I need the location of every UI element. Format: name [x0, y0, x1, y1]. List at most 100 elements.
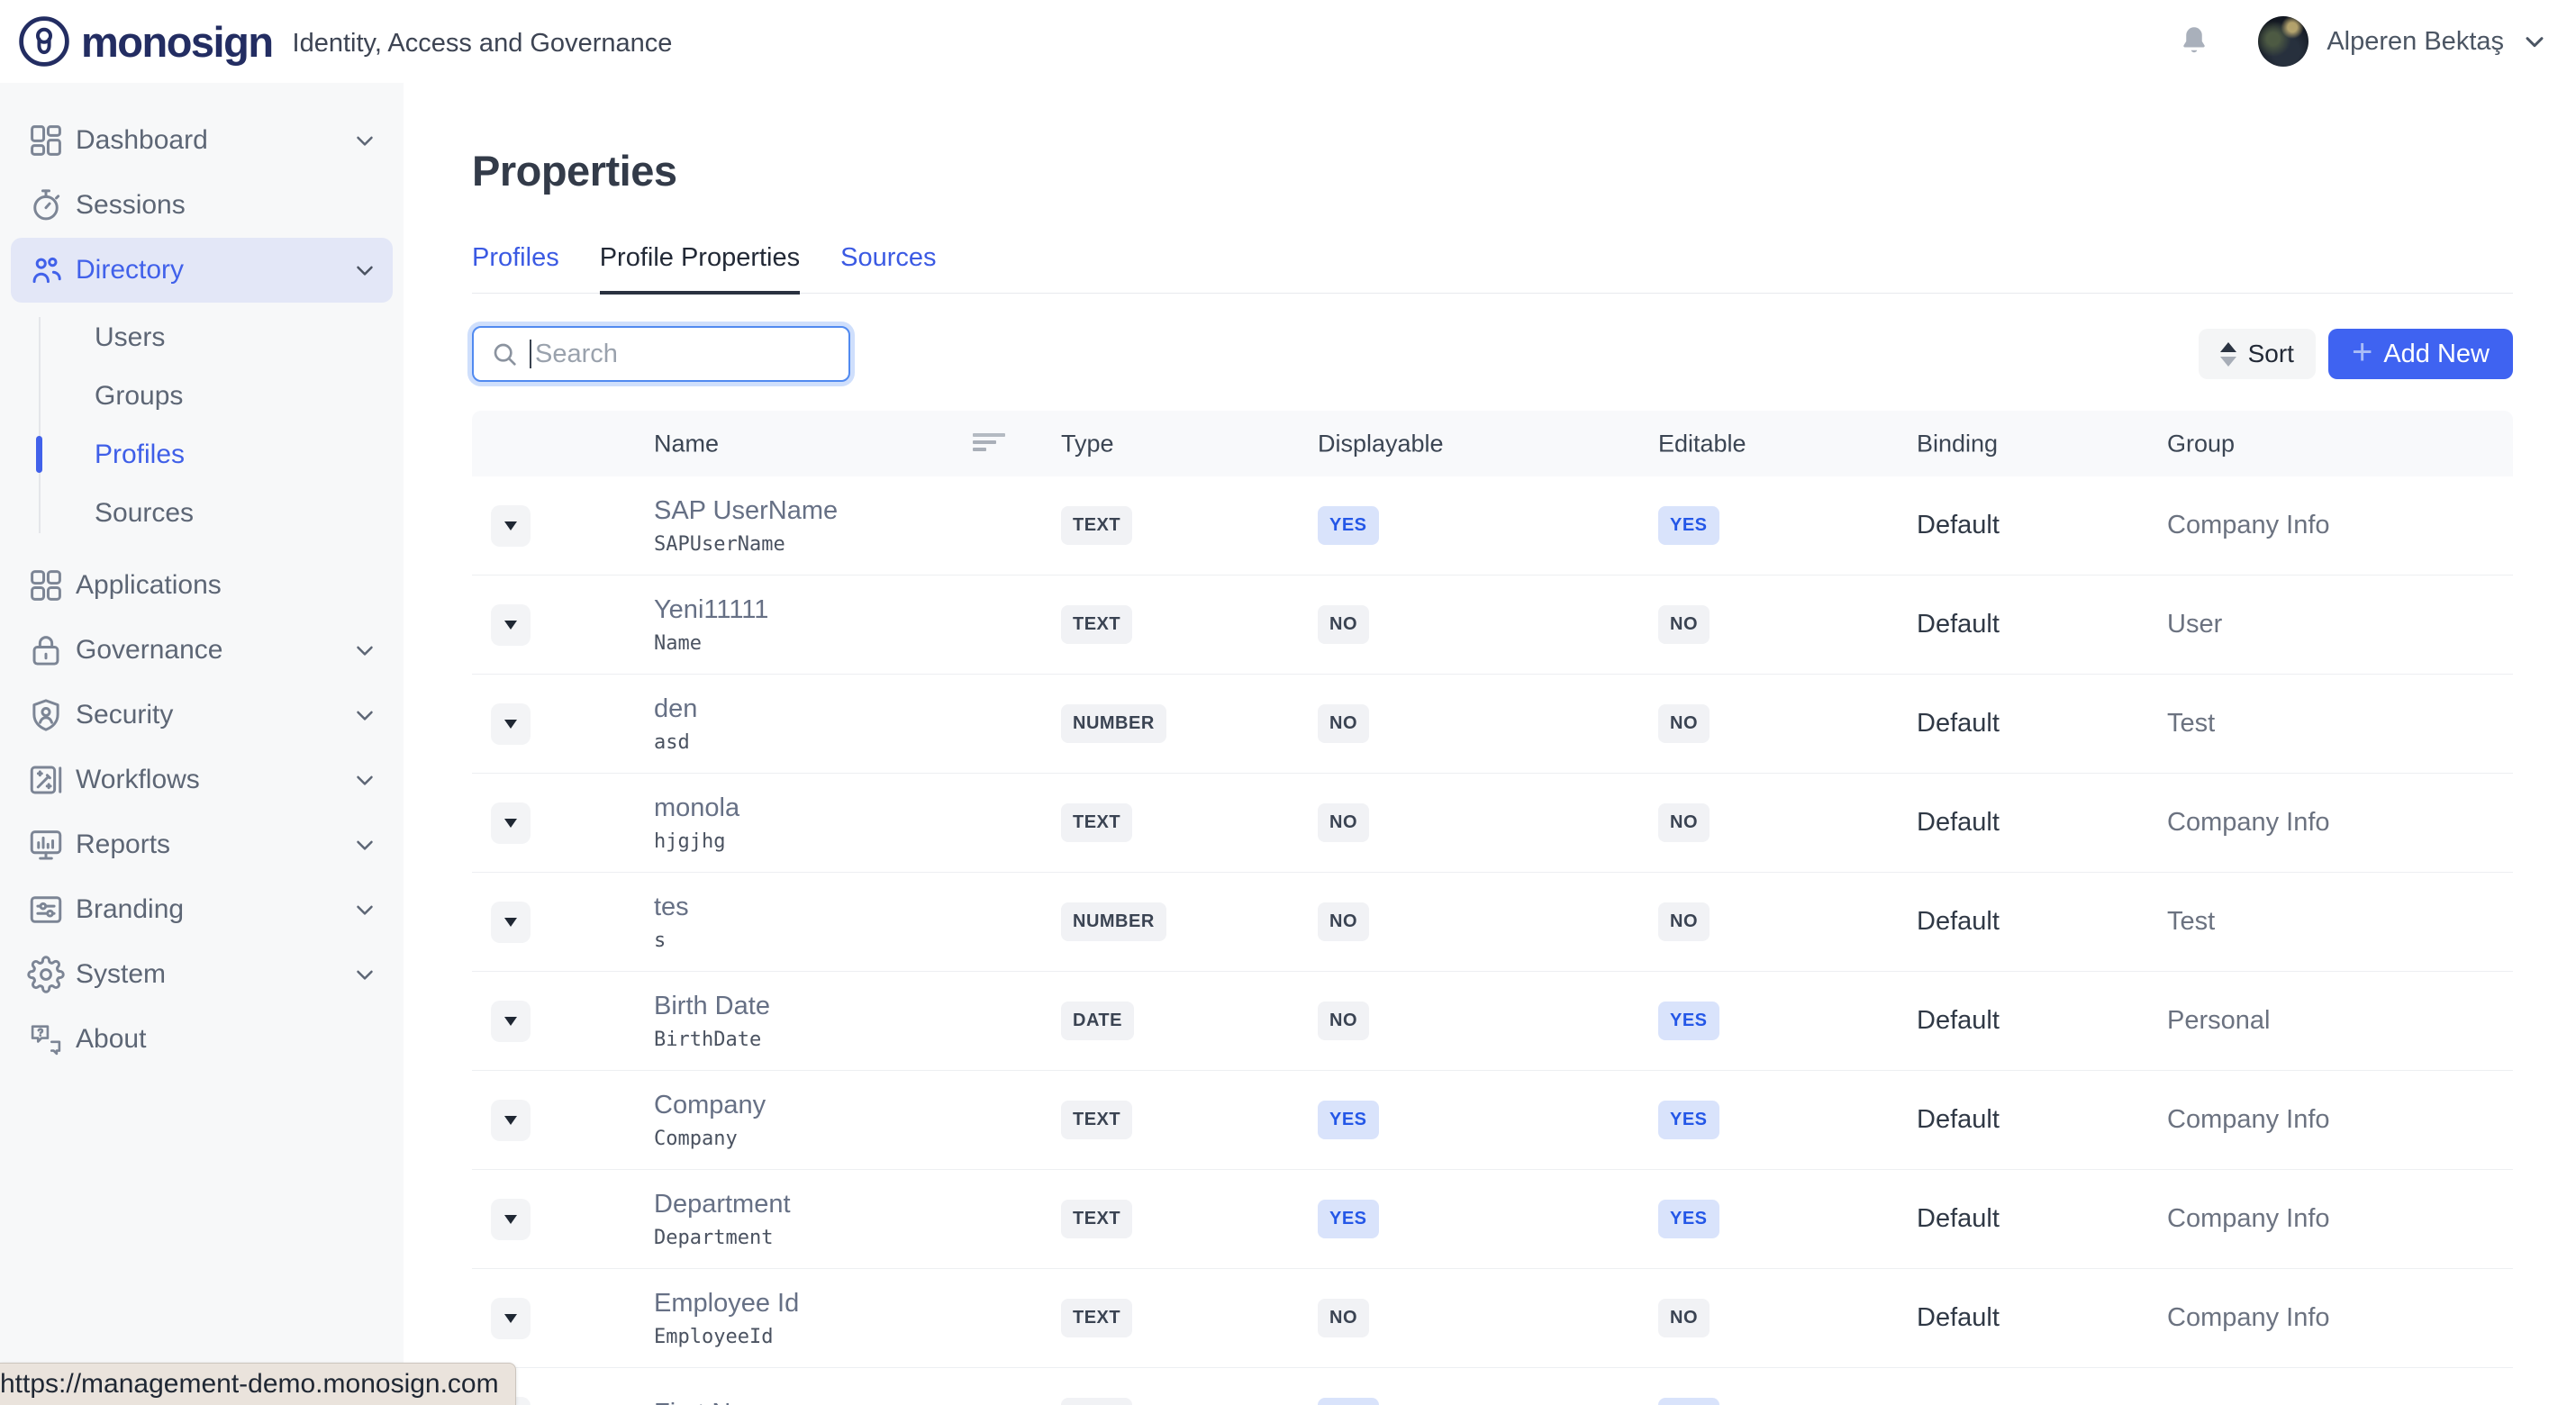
- type-badge: TEXT: [1061, 1398, 1132, 1405]
- row-expand-button[interactable]: [491, 1199, 531, 1240]
- sidebar-item-reports[interactable]: Reports: [11, 812, 393, 877]
- sort-button-label: Sort: [2248, 340, 2294, 368]
- sidebar-item-users[interactable]: Users: [0, 308, 404, 367]
- property-name: monola: [654, 793, 739, 823]
- editable-badge: NO: [1658, 605, 1710, 644]
- column-sort-icon[interactable]: [973, 433, 1005, 455]
- row-expand-button[interactable]: [491, 604, 531, 646]
- tab-profiles[interactable]: Profiles: [472, 243, 559, 293]
- row-expand-button[interactable]: [491, 1001, 531, 1042]
- sidebar-item-system[interactable]: System: [11, 942, 393, 1007]
- caret-down-icon: [504, 1116, 517, 1125]
- chevron-down-icon: [351, 127, 378, 154]
- table-row[interactable]: Employee Id EmployeeId TEXT NO NO Defaul…: [472, 1269, 2513, 1368]
- column-header-editable: Editable: [1658, 430, 1746, 458]
- shield-icon: [27, 696, 65, 734]
- type-badge: TEXT: [1061, 1101, 1132, 1139]
- displayable-badge: YES: [1318, 1398, 1379, 1405]
- row-expand-button[interactable]: [491, 902, 531, 943]
- binding-value: Default: [1917, 610, 2000, 639]
- gear-icon: [27, 956, 65, 993]
- sidebar-submenu: Users Groups Profiles Sources: [0, 308, 404, 542]
- chart-icon: [27, 826, 65, 864]
- chevron-down-icon: [351, 766, 378, 793]
- row-expand-button[interactable]: [491, 505, 531, 547]
- tab-sources[interactable]: Sources: [840, 243, 936, 293]
- property-key: BirthDate: [654, 1029, 761, 1051]
- tab-profile-properties[interactable]: Profile Properties: [600, 243, 800, 295]
- sidebar-item-about[interactable]: About: [11, 1007, 393, 1072]
- sidebar-item-sources[interactable]: Sources: [0, 484, 404, 542]
- row-expand-button[interactable]: [491, 1298, 531, 1339]
- group-value: Test: [2167, 709, 2215, 739]
- property-name: den: [654, 694, 697, 724]
- table-row[interactable]: First Name TEXT YES YES Default Personal: [472, 1368, 2513, 1405]
- property-name: Company: [654, 1091, 766, 1120]
- user-menu-chevron-icon[interactable]: [2520, 27, 2549, 56]
- table-header: Name Type Displayable Editable Binding G…: [472, 411, 2513, 476]
- table-row[interactable]: monola hjgjhg TEXT NO NO Default Company…: [472, 774, 2513, 873]
- add-new-button-label: Add New: [2383, 340, 2490, 369]
- topbar: monosign Identity, Access and Governance…: [0, 0, 2576, 83]
- group-value: Company Info: [2167, 1303, 2330, 1333]
- table-row[interactable]: tes s NUMBER NO NO Default Test: [472, 873, 2513, 972]
- status-url-text: https://management-demo.monosign.com: [0, 1369, 499, 1400]
- plus-icon: +: [2352, 334, 2372, 370]
- monosign-logo-icon: [18, 15, 70, 68]
- sidebar-item-profiles[interactable]: Profiles: [0, 425, 404, 484]
- chevron-down-icon: [351, 257, 378, 284]
- table-row[interactable]: SAP UserName SAPUserName TEXT YES YES De…: [472, 476, 2513, 576]
- chevron-down-icon: [351, 831, 378, 858]
- avatar[interactable]: [2258, 16, 2308, 67]
- sidebar-item-applications[interactable]: Applications: [11, 553, 393, 618]
- caret-down-icon: [504, 720, 517, 729]
- sidebar-item-groups[interactable]: Groups: [0, 367, 404, 425]
- editable-badge: YES: [1658, 1398, 1719, 1405]
- group-value: Test: [2167, 907, 2215, 937]
- search-icon: [490, 340, 519, 368]
- add-new-button[interactable]: + Add New: [2328, 329, 2513, 379]
- main-content: Properties Profiles Profile Properties S…: [404, 83, 2576, 1405]
- row-expand-button[interactable]: [491, 802, 531, 844]
- property-key: Department: [654, 1227, 773, 1249]
- help-icon: [27, 1020, 65, 1058]
- column-header-group: Group: [2167, 430, 2235, 458]
- property-key: Company: [654, 1128, 738, 1150]
- table-body: SAP UserName SAPUserName TEXT YES YES De…: [472, 476, 2513, 1405]
- table-row[interactable]: Yeni11111 Name TEXT NO NO Default User: [472, 576, 2513, 675]
- editable-badge: NO: [1658, 704, 1710, 743]
- caret-down-icon: [504, 521, 517, 530]
- property-name: Birth Date: [654, 992, 770, 1021]
- notification-bell-icon[interactable]: [2175, 23, 2213, 60]
- property-key: s: [654, 929, 666, 952]
- sidebar-item-dashboard[interactable]: Dashboard: [11, 108, 393, 173]
- table-row[interactable]: Company Company TEXT YES YES Default Com…: [472, 1071, 2513, 1170]
- search-box: [472, 326, 850, 382]
- column-header-displayable: Displayable: [1318, 430, 1444, 458]
- search-input[interactable]: [533, 339, 832, 370]
- sidebar-item-workflows[interactable]: Workflows: [11, 748, 393, 812]
- sidebar-item-directory[interactable]: Directory: [11, 238, 393, 303]
- row-expand-button[interactable]: [491, 1100, 531, 1141]
- editable-badge: NO: [1658, 1299, 1710, 1337]
- binding-value: Default: [1917, 1204, 2000, 1234]
- editable-badge: NO: [1658, 803, 1710, 842]
- sidebar-item-branding[interactable]: Branding: [11, 877, 393, 942]
- sidebar-item-governance[interactable]: Governance: [11, 618, 393, 683]
- property-key: SAPUserName: [654, 533, 785, 556]
- sidebar-item-security[interactable]: Security: [11, 683, 393, 748]
- property-key: EmployeeId: [654, 1326, 773, 1348]
- table-row[interactable]: den asd NUMBER NO NO Default Test: [472, 675, 2513, 774]
- type-badge: TEXT: [1061, 605, 1132, 644]
- type-badge: TEXT: [1061, 1200, 1132, 1238]
- status-url-tooltip: https://management-demo.monosign.com: [0, 1363, 516, 1405]
- sort-button[interactable]: Sort: [2199, 329, 2316, 379]
- table-row[interactable]: Birth Date BirthDate DATE NO YES Default…: [472, 972, 2513, 1071]
- sidebar-item-sessions[interactable]: Sessions: [11, 173, 393, 238]
- row-expand-button[interactable]: [491, 703, 531, 745]
- type-badge: NUMBER: [1061, 902, 1166, 941]
- brand-logo[interactable]: monosign: [0, 15, 273, 68]
- table-row[interactable]: Department Department TEXT YES YES Defau…: [472, 1170, 2513, 1269]
- page-title: Properties: [472, 146, 2513, 196]
- type-badge: NUMBER: [1061, 704, 1166, 743]
